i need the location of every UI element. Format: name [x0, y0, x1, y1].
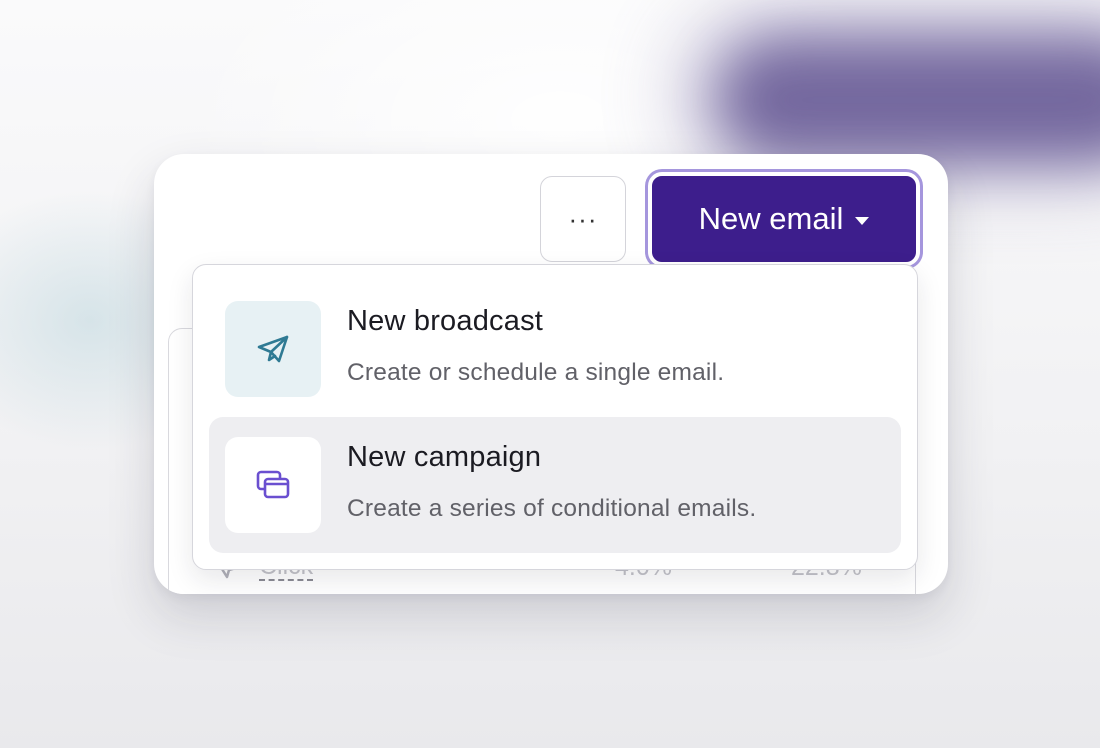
campaign-icon-tile [225, 437, 321, 533]
new-email-dropdown-menu: New broadcast Create or schedule a singl… [192, 264, 918, 570]
menu-item-title: New broadcast [347, 305, 544, 337]
background-blur-shape [720, 40, 1100, 160]
more-icon: ··· [568, 203, 598, 234]
menu-item-description: Create a series of conditional emails. [347, 495, 757, 522]
campaign-icon [256, 470, 290, 499]
caret-down-icon [855, 217, 870, 225]
menu-item-title: New campaign [347, 441, 542, 473]
menu-item-new-broadcast[interactable]: New broadcast Create or schedule a singl… [209, 281, 901, 417]
menu-item-description: Create or schedule a single email. [347, 359, 725, 386]
send-icon [257, 335, 289, 363]
new-email-button[interactable]: New email [648, 172, 920, 266]
popover-card: Click 4.0% 22.8% ··· New email New broad… [154, 154, 948, 594]
new-email-label: New email [698, 201, 844, 236]
more-options-button[interactable]: ··· [540, 176, 626, 262]
menu-item-new-campaign[interactable]: New campaign Create a series of conditio… [209, 417, 901, 553]
broadcast-icon-tile [225, 301, 321, 397]
